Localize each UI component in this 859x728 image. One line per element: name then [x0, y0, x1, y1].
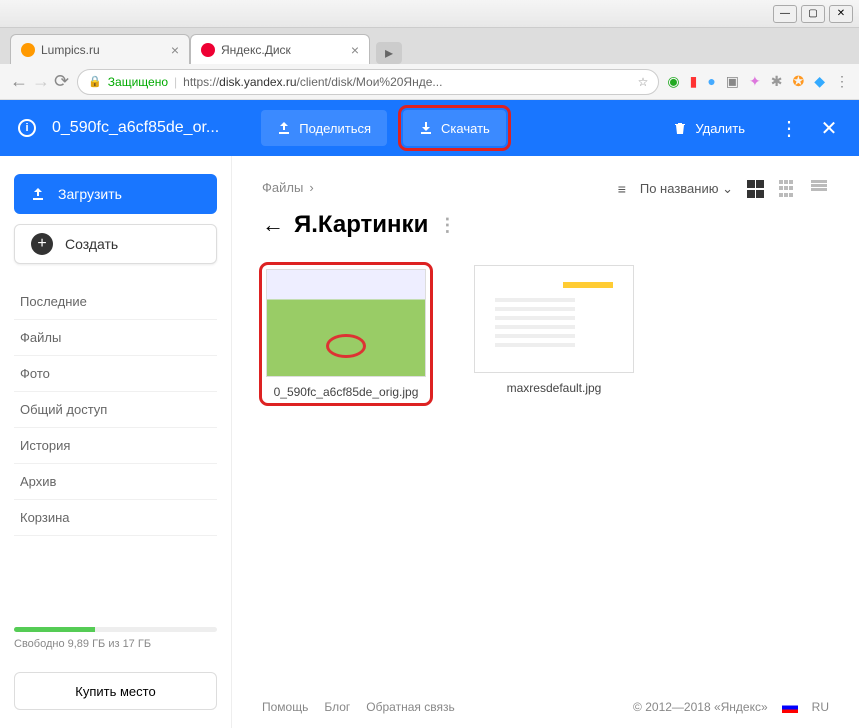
ext-icon[interactable]: ✱ [771, 73, 783, 90]
extension-icons: ◉ ▮ ● ▣ ✦ ✱ ✪ ◆ ⋮ [667, 73, 849, 90]
sidebar-item-files[interactable]: Файлы [14, 320, 217, 356]
sort-dropdown[interactable]: По названию ⌄ [640, 181, 733, 197]
folder-title: Я.Картинки [294, 211, 428, 239]
secure-label: Защищено [108, 75, 168, 89]
sidebar-item-trash[interactable]: Корзина [14, 500, 217, 536]
plus-icon: + [31, 233, 53, 255]
breadcrumb-item[interactable]: Файлы [262, 180, 303, 195]
back-arrow-icon[interactable]: ← [262, 212, 284, 238]
menu-icon[interactable]: ⋮ [835, 73, 849, 90]
file-card[interactable]: 0_590fc_a6cf85de_orig.jpg [262, 265, 430, 403]
share-label: Поделиться [299, 121, 371, 136]
delete-label: Удалить [695, 121, 745, 136]
more-icon[interactable]: ⋮ [777, 116, 801, 140]
footer-copyright: © 2012—2018 «Яндекс» [633, 700, 768, 714]
tab-title: Lumpics.ru [41, 43, 100, 57]
upload-label: Загрузить [58, 186, 122, 202]
close-tab-icon[interactable]: × [351, 42, 359, 58]
tab-strip: Lumpics.ru × Яндекс.Диск × ▸ [0, 28, 859, 64]
file-card[interactable]: maxresdefault.jpg [470, 265, 638, 403]
footer-help[interactable]: Помощь [262, 700, 308, 714]
file-name: maxresdefault.jpg [507, 381, 602, 395]
view-controls: ≡ По названию ⌄ [618, 180, 829, 198]
view-small-icon[interactable] [779, 180, 797, 198]
sidebar-nav: Последние Файлы Фото Общий доступ Истори… [14, 284, 217, 536]
selection-toolbar: i 0_590fc_a6cf85de_or... Поделиться Скач… [0, 100, 859, 156]
close-tab-icon[interactable]: × [171, 42, 179, 58]
footer-lang[interactable]: RU [812, 700, 829, 714]
buy-storage-button[interactable]: Купить место [14, 672, 217, 710]
sidebar-item-archive[interactable]: Архив [14, 464, 217, 500]
url-input[interactable]: 🔒 Защищено | https://disk.yandex.ru/clie… [77, 69, 659, 95]
content-area: Файлы › ≡ По названию ⌄ ← Я.Картинки ⋮ 0… [232, 156, 859, 728]
nav-arrows: ← → ⟳ [10, 71, 69, 92]
share-button[interactable]: Поделиться [261, 110, 387, 146]
sidebar-item-recent[interactable]: Последние [14, 284, 217, 320]
sidebar-item-photo[interactable]: Фото [14, 356, 217, 392]
window-chrome: — ▢ ✕ [0, 0, 859, 28]
view-list-icon[interactable] [811, 180, 829, 198]
url-text: https://disk.yandex.ru/client/disk/Мои%2… [183, 75, 442, 89]
lock-icon: 🔒 [88, 75, 102, 88]
browser-tab[interactable]: Яндекс.Диск × [190, 34, 370, 64]
file-name: 0_590fc_a6cf85de_orig.jpg [274, 385, 419, 399]
flag-ru-icon [782, 702, 798, 713]
forward-button[interactable]: → [32, 71, 50, 92]
file-grid: 0_590fc_a6cf85de_orig.jpg maxresdefault.… [262, 265, 829, 403]
folder-more-icon[interactable]: ⋮ [438, 215, 456, 236]
view-large-icon[interactable] [747, 180, 765, 198]
selected-file-title: 0_590fc_a6cf85de_or... [52, 119, 219, 137]
address-bar: ← → ⟳ 🔒 Защищено | https://disk.yandex.r… [0, 64, 859, 100]
buy-label: Купить место [75, 684, 155, 699]
share-icon [277, 121, 291, 135]
main-area: Загрузить + Создать Последние Файлы Фото… [0, 156, 859, 728]
minimize-button[interactable]: — [773, 5, 797, 23]
ext-icon[interactable]: ◉ [667, 73, 679, 90]
storage-info: Свободно 9,89 ГБ из 17 ГБ [14, 627, 217, 650]
new-tab-button[interactable]: ▸ [376, 42, 402, 64]
ext-icon[interactable]: ● [707, 73, 715, 90]
storage-text: Свободно 9,89 ГБ из 17 ГБ [14, 638, 151, 650]
close-toolbar-icon[interactable]: ✕ [817, 116, 841, 140]
download-button[interactable]: Скачать [403, 110, 506, 146]
ext-icon[interactable]: ✦ [749, 73, 761, 90]
footer: Помощь Блог Обратная связь © 2012—2018 «… [262, 700, 829, 714]
maximize-button[interactable]: ▢ [801, 5, 825, 23]
ext-icon[interactable]: ◆ [814, 73, 825, 90]
create-label: Создать [65, 236, 118, 252]
trash-icon [673, 121, 687, 135]
file-thumbnail [266, 269, 426, 377]
sidebar-item-history[interactable]: История [14, 428, 217, 464]
download-label: Скачать [441, 121, 490, 136]
back-button[interactable]: ← [10, 71, 28, 92]
download-icon [419, 121, 433, 135]
file-thumbnail [474, 265, 634, 373]
close-window-button[interactable]: ✕ [829, 5, 853, 23]
create-button[interactable]: + Создать [14, 224, 217, 264]
ext-icon[interactable]: ✪ [792, 73, 804, 90]
ext-icon[interactable]: ▮ [690, 73, 698, 90]
favicon-icon [201, 43, 215, 57]
tab-title: Яндекс.Диск [221, 43, 291, 57]
sort-icon: ≡ [618, 181, 626, 197]
folder-header: ← Я.Картинки ⋮ [262, 211, 829, 239]
favicon-icon [21, 43, 35, 57]
chevron-down-icon: ⌄ [722, 181, 733, 196]
delete-button[interactable]: Удалить [657, 110, 761, 146]
storage-bar [14, 627, 217, 632]
info-icon[interactable]: i [18, 119, 36, 137]
chevron-right-icon: › [309, 180, 313, 195]
sidebar-item-shared[interactable]: Общий доступ [14, 392, 217, 428]
browser-tab[interactable]: Lumpics.ru × [10, 34, 190, 64]
upload-button[interactable]: Загрузить [14, 174, 217, 214]
footer-feedback[interactable]: Обратная связь [366, 700, 454, 714]
reload-button[interactable]: ⟳ [54, 71, 69, 92]
footer-blog[interactable]: Блог [324, 700, 350, 714]
ext-icon[interactable]: ▣ [726, 73, 739, 90]
upload-icon [30, 186, 46, 202]
bookmark-star-icon[interactable]: ☆ [638, 75, 649, 89]
sidebar: Загрузить + Создать Последние Файлы Фото… [0, 156, 232, 728]
